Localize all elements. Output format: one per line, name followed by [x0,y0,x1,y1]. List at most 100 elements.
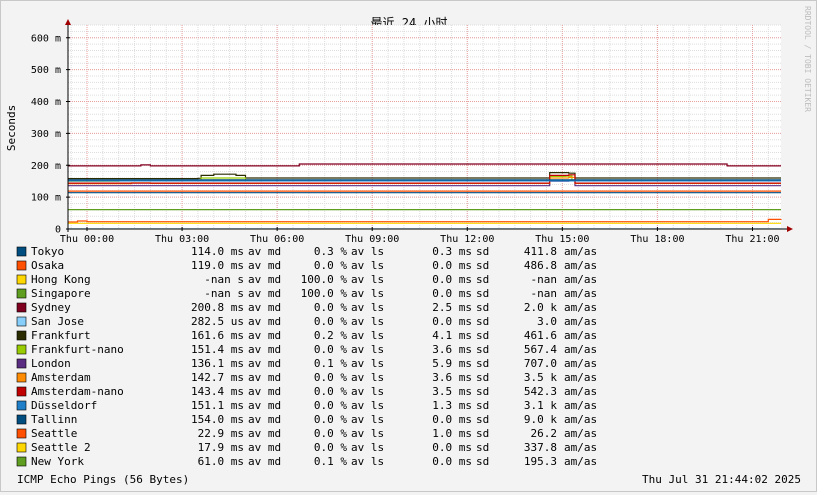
legend-name: Osaka [31,259,64,272]
legend-loss-unit: av ls [351,343,384,356]
legend-row-9: Amsterdam 142.7 ms av md 0.0 % av ls 3.6 ms sd… [16,371,597,384]
y-tick-label: 600 m [31,33,61,44]
legend-ratio: 411.8 [524,245,557,258]
legend-sd: 3.6 ms [432,371,472,384]
legend-sd-unit: sd [476,371,489,384]
legend-loss-unit: av ls [351,287,384,300]
legend-avg-unit: av md [248,413,281,426]
legend-sd: 0.3 ms [432,245,472,258]
x-tick-label: Thu 03:00 [155,234,209,245]
legend-row-13: Seattle 22.9 ms av md 0.0 % av ls 1.0 ms sd 26.… [16,427,597,440]
legend-loss: 0.3 % [314,245,347,258]
legend-avg-unit: av md [248,315,281,328]
legend-swatch [16,456,27,467]
legend-ratio-unit: am/as [564,399,597,412]
legend-avg: 61.0 ms [198,455,244,468]
legend-avg-unit: av md [248,399,281,412]
legend-loss: 0.0 % [314,371,347,384]
legend-ratio-unit: am/as [564,315,597,328]
legend-avg: 119.0 ms [191,259,244,272]
legend-avg-unit: av md [248,385,281,398]
legend-swatch [16,316,27,327]
legend-loss: 0.0 % [314,301,347,314]
y-tick-label: 300 m [31,129,61,140]
legend-sd: 0.0 ms [432,441,472,454]
legend-ratio: 195.3 [524,455,557,468]
legend-loss-unit: av ls [351,273,384,286]
legend-name: Amsterdam-nano [31,385,124,398]
legend-loss-unit: av ls [351,413,384,426]
legend-ratio-unit: am/as [564,287,597,300]
x-tick-label: Thu 06:00 [250,234,304,245]
legend-row-11: Düsseldorf 151.1 ms av md 0.0 % av ls 1.3 ms s… [16,399,597,412]
legend-sd-unit: sd [476,455,489,468]
legend-loss-unit: av ls [351,357,384,370]
legend-ratio-unit: am/as [564,371,597,384]
legend-sd: 3.6 ms [432,343,472,356]
legend-sd: 0.0 ms [432,287,472,300]
legend-ratio-unit: am/as [564,413,597,426]
legend-avg-unit: av md [248,273,281,286]
legend-swatch [16,428,27,439]
legend-avg: 136.1 ms [191,357,244,370]
legend-row-4: Sydney 200.8 ms av md 0.0 % av ls 2.5 ms sd 2.0… [16,301,597,314]
legend-name: Frankfurt [31,329,91,342]
legend-name: Seattle [31,427,77,440]
legend-loss: 0.0 % [314,399,347,412]
legend-name: Tallinn [31,413,77,426]
legend-avg: 151.1 ms [191,399,244,412]
latency-chart: 最近 24 小时 Seconds RRDTOOL / TOBI OETIKER … [5,6,812,486]
legend-sd-unit: sd [476,329,489,342]
legend-ratio: 461.6 [524,329,557,342]
legend-sd-unit: sd [476,441,489,454]
legend-sd-unit: sd [476,315,489,328]
x-axis-arrow [787,226,793,232]
legend-avg: -nan s [204,287,244,300]
legend-sd-unit: sd [476,287,489,300]
legend-avg-unit: av md [248,357,281,370]
legend-name: London [31,357,71,370]
legend-row-0: Tokyo 114.0 ms av md 0.3 % av ls 0.3 ms sd 411.… [16,245,597,258]
legend-swatch [16,442,27,453]
legend-swatch [16,414,27,425]
legend-avg-unit: av md [248,455,281,468]
legend-sd: 0.0 ms [432,259,472,272]
legend-avg-unit: av md [248,371,281,384]
legend-loss: 100.0 % [301,287,348,300]
legend-loss-unit: av ls [351,427,384,440]
legend-loss-unit: av ls [351,385,384,398]
legend-sd: 0.0 ms [432,273,472,286]
legend-swatch [16,400,27,411]
legend-sd: 3.5 ms [432,385,472,398]
chart-frame: 最近 24 小时 Seconds RRDTOOL / TOBI OETIKER … [0,0,817,492]
legend-swatch [16,330,27,341]
legend-avg: 142.7 ms [191,371,244,384]
legend-name: Seattle 2 [31,441,91,454]
legend-sd: 2.5 ms [432,301,472,314]
legend-loss-unit: av ls [351,329,384,342]
y-tick-label: 100 m [31,193,61,204]
legend-avg: -nan s [204,273,244,286]
footer-right: Thu Jul 31 21:44:02 2025 [642,473,801,486]
legend-row-14: Seattle 2 17.9 ms av md 0.0 % av ls 0.0 ms sd 3… [16,441,597,454]
legend-sd: 0.0 ms [432,413,472,426]
legend-sd-unit: sd [476,245,489,258]
legend-loss: 100.0 % [301,273,348,286]
legend-swatch [16,344,27,355]
legend-sd-unit: sd [476,343,489,356]
legend-avg: 154.0 ms [191,413,244,426]
legend-avg: 143.4 ms [191,385,244,398]
legend-avg-unit: av md [248,427,281,440]
plot-grid [68,24,781,230]
legend-swatch [16,246,27,257]
legend-avg-unit: av md [248,329,281,342]
legend-row-10: Amsterdam-nano 143.4 ms av md 0.0 % av ls 3.5… [16,385,597,398]
legend-ratio-unit: am/as [564,357,597,370]
legend-sd: 0.0 ms [432,315,472,328]
x-tick-label: Thu 15:00 [535,234,589,245]
legend-ratio: 26.2 [531,427,558,440]
x-tick-label: Thu 21:00 [725,234,779,245]
legend-ratio-unit: am/as [564,427,597,440]
legend-row-1: Osaka 119.0 ms av md 0.0 % av ls 0.0 ms sd 486.… [16,259,597,272]
footer-left: ICMP Echo Pings (56 Bytes) [17,473,189,486]
